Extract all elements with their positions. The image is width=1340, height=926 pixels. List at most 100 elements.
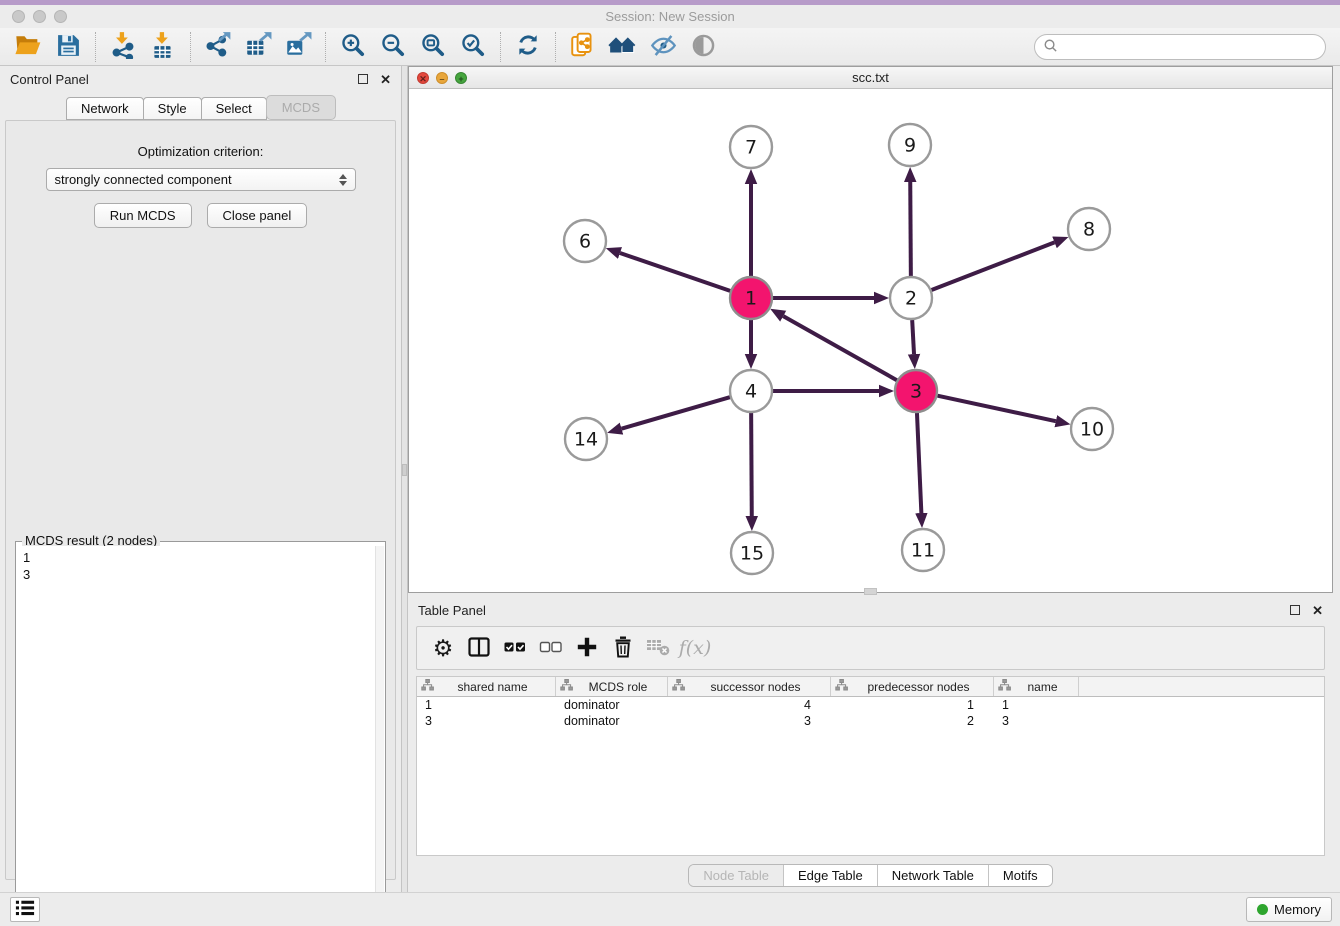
copy-network-view-button[interactable] [563, 30, 603, 64]
edge-3-11[interactable] [917, 413, 921, 513]
edge-3-10[interactable] [938, 396, 1056, 422]
memory-status-icon [1257, 904, 1268, 915]
tab-style[interactable]: Style [143, 97, 202, 120]
close-table-panel-icon[interactable]: ✕ [1312, 604, 1323, 617]
table-panel-title: Table Panel [418, 603, 486, 618]
edge-3-1[interactable] [783, 316, 897, 380]
memory-button[interactable]: Memory [1246, 897, 1332, 922]
edge-2-3[interactable] [912, 320, 914, 354]
delete-table-button[interactable] [641, 631, 677, 665]
toolbar-separator [500, 32, 501, 62]
search-box[interactable] [1034, 34, 1326, 60]
export-table-button[interactable] [238, 30, 278, 64]
column-header-successor-nodes[interactable]: successor nodes [668, 677, 831, 696]
mcds-result-text[interactable]: 1 3 [17, 546, 375, 911]
column-header-predecessor-nodes[interactable]: predecessor nodes [831, 677, 994, 696]
zoom-fit-button[interactable] [413, 30, 453, 64]
tab-network[interactable]: Network [66, 97, 144, 120]
horizontal-splitter-grip[interactable] [864, 588, 877, 595]
search-input[interactable] [1064, 39, 1317, 54]
tab-mcds[interactable]: MCDS [266, 95, 336, 120]
columns-icon [467, 635, 491, 662]
homes-icon [608, 32, 638, 61]
column-type-icon [835, 679, 848, 694]
column-layout-button[interactable] [461, 631, 497, 665]
cell-predecessor-nodes[interactable]: 2 [831, 714, 994, 728]
float-table-panel-icon[interactable] [1290, 605, 1300, 615]
column-header-label: shared name [434, 680, 551, 694]
copy-network-icon [569, 31, 597, 62]
tab-select[interactable]: Select [201, 97, 267, 120]
refresh-layout-button[interactable] [508, 30, 548, 64]
select-all-button[interactable] [497, 631, 533, 665]
network-canvas[interactable]: 1234678910111415 [409, 89, 1332, 592]
optimization-criterion-select[interactable]: strongly connected component [46, 168, 356, 191]
column-type-icon [998, 679, 1011, 694]
table-tab-node-table[interactable]: Node Table [689, 865, 784, 886]
table-row-1[interactable]: 1dominator411 [417, 697, 1324, 713]
cell-name[interactable]: 3 [994, 714, 1079, 728]
network-graph[interactable]: 1234678910111415 [409, 89, 1332, 592]
eye-slash-icon [650, 32, 677, 62]
first-neighbors-button[interactable] [603, 30, 643, 64]
column-header-mcds-role[interactable]: MCDS role [556, 677, 668, 696]
import-network-button[interactable] [103, 30, 143, 64]
control-panel-tabs: NetworkStyleSelectMCDS [0, 92, 401, 120]
add-column-button[interactable] [569, 631, 605, 665]
import-table-button[interactable] [143, 30, 183, 64]
edge-4-14[interactable] [622, 397, 730, 429]
table-settings-button[interactable]: ⚙ [425, 631, 461, 665]
node-table[interactable]: shared name MCDS rolesuccessor nodesprede… [416, 676, 1325, 856]
cell-shared-name[interactable]: 3 [417, 714, 556, 728]
float-panel-icon[interactable] [358, 74, 368, 84]
table-tab-edge-table[interactable]: Edge Table [784, 865, 878, 886]
cell-shared-name[interactable]: 1 [417, 698, 556, 712]
cell-successor-nodes[interactable]: 4 [668, 698, 831, 712]
edge-1-6[interactable] [620, 253, 730, 291]
hide-selected-button[interactable] [643, 30, 683, 64]
column-header-shared-name[interactable]: shared name [417, 677, 556, 696]
task-history-button[interactable] [10, 897, 40, 922]
open-session-button[interactable] [8, 30, 48, 64]
toolbar-separator [95, 32, 96, 62]
vertical-splitter[interactable] [401, 66, 408, 892]
zoom-in-button[interactable] [333, 30, 373, 64]
open-folder-icon [14, 32, 42, 61]
zoom-out-button[interactable] [373, 30, 413, 64]
status-bar: Memory [0, 892, 1340, 926]
splitter-grip[interactable] [402, 464, 407, 476]
optimization-criterion-value: strongly connected component [55, 172, 339, 187]
cell-mcds-role[interactable]: dominator [556, 698, 668, 712]
cell-successor-nodes[interactable]: 3 [668, 714, 831, 728]
zoom-selected-button[interactable] [453, 30, 493, 64]
optimization-criterion-label: Optimization criterion: [6, 144, 395, 159]
column-type-icon [672, 679, 685, 694]
save-session-button[interactable] [48, 30, 88, 64]
delete-column-button[interactable] [605, 631, 641, 665]
run-mcds-button[interactable]: Run MCDS [94, 203, 192, 228]
cell-predecessor-nodes[interactable]: 1 [831, 698, 994, 712]
show-all-button[interactable] [683, 30, 723, 64]
close-panel-icon[interactable]: ✕ [380, 73, 391, 86]
node-label-6: 6 [579, 231, 591, 253]
function-builder-button[interactable]: f(x) [677, 631, 713, 665]
table-tab-motifs[interactable]: Motifs [989, 865, 1052, 886]
toolbar-separator [555, 32, 556, 62]
edge-2-9[interactable] [910, 182, 911, 276]
edge-2-8[interactable] [932, 242, 1055, 290]
table-toolbar: ⚙ f(x) [416, 626, 1325, 670]
column-header-name[interactable]: name [994, 677, 1079, 696]
table-tab-network-table[interactable]: Network Table [878, 865, 989, 886]
export-image-button[interactable] [278, 30, 318, 64]
cell-mcds-role[interactable]: dominator [556, 714, 668, 728]
edge-4-15[interactable] [751, 413, 752, 516]
cell-name[interactable]: 1 [994, 698, 1079, 712]
result-scrollbar[interactable] [375, 546, 384, 911]
deselect-all-button[interactable] [533, 631, 569, 665]
close-panel-button[interactable]: Close panel [207, 203, 308, 228]
table-row-2[interactable]: 3dominator323 [417, 713, 1324, 729]
fx-icon: f(x) [679, 637, 712, 659]
export-network-button[interactable] [198, 30, 238, 64]
node-label-14: 14 [574, 429, 598, 451]
export-image-icon [284, 31, 312, 62]
